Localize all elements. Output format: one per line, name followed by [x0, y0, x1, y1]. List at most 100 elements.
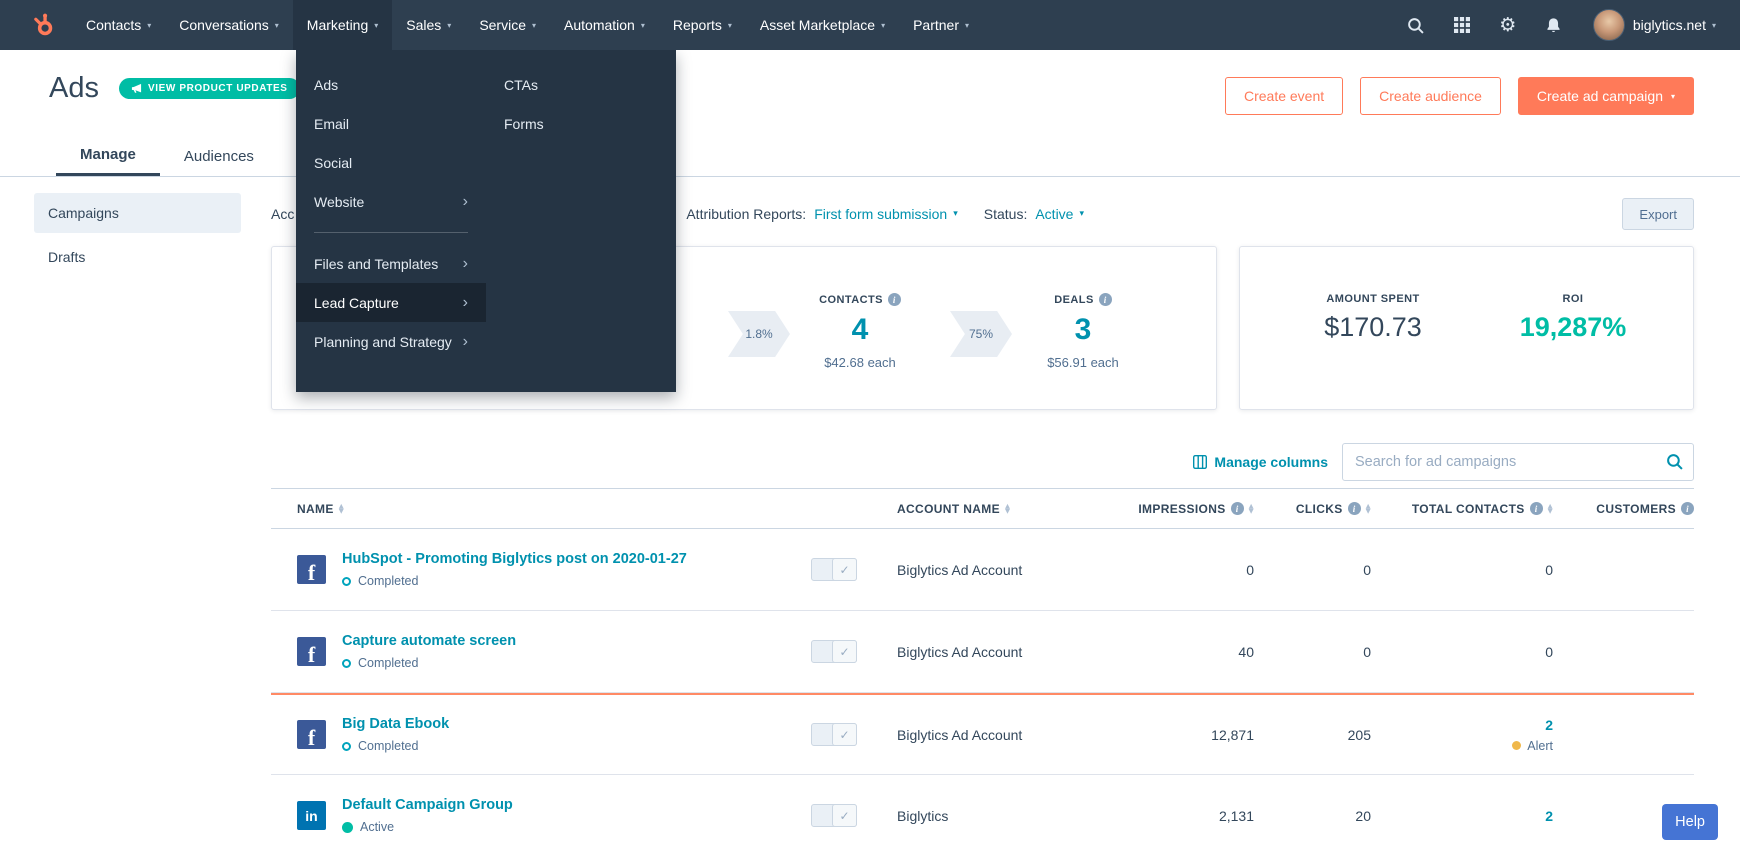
impressions-cell: 0	[1246, 561, 1254, 578]
column-header-customers[interactable]: CUSTOMERS i	[1553, 502, 1694, 516]
search-icon[interactable]	[1404, 13, 1428, 37]
export-button[interactable]: Export	[1622, 198, 1694, 230]
menu-item-files-and-templates[interactable]: Files and Templates ›	[296, 244, 486, 283]
campaign-toggle[interactable]: ✓	[811, 723, 857, 746]
menu-divider	[314, 232, 468, 233]
menu-item-lead-capture[interactable]: Lead Capture ›	[296, 283, 486, 322]
column-header-total-contacts[interactable]: TOTAL CONTACTS i ▲ ▼	[1371, 502, 1553, 516]
view-product-updates-badge[interactable]: VIEW PRODUCT UPDATES	[118, 78, 300, 99]
nav-item-marketing[interactable]: Marketing ▾	[292, 0, 393, 50]
hubspot-ads-screen: Contacts ▾ Conversations ▾ Marketing ▾ Sale…	[0, 0, 1740, 844]
nav-item-service[interactable]: Service ▾	[465, 0, 550, 50]
total-contacts-cell: 0	[1545, 643, 1553, 660]
chevron-down-icon: ▾	[953, 209, 958, 219]
tab-audiences[interactable]: Audiences	[160, 136, 278, 177]
contacts-count-link[interactable]: 2	[1545, 717, 1553, 733]
submenu-item-forms[interactable]: Forms	[486, 104, 676, 143]
account-filter-truncated[interactable]: Acc	[271, 206, 294, 222]
help-button[interactable]: Help	[1662, 804, 1718, 840]
settings-gear-icon[interactable]: ⚙	[1496, 13, 1520, 37]
menu-item-website[interactable]: Website ›	[296, 182, 486, 221]
status-dropdown[interactable]: Active ▾	[1035, 206, 1084, 222]
column-header-name[interactable]: NAME ▲ ▼	[271, 502, 811, 516]
alert-dot-icon	[1512, 741, 1522, 750]
submenu-item-ctas[interactable]: CTAs	[486, 65, 676, 104]
primary-nav: Contacts ▾ Conversations ▾ Marketing ▾ Sale…	[72, 0, 983, 50]
info-icon[interactable]: i	[887, 293, 901, 306]
nav-label: Marketing	[306, 17, 369, 33]
tab-manage[interactable]: Manage	[56, 136, 160, 177]
alert-line: Alert	[1371, 739, 1553, 753]
chevron-right-icon: ›	[462, 332, 468, 350]
create-audience-button[interactable]: Create audience	[1360, 77, 1501, 115]
clicks-cell: 0	[1363, 561, 1371, 578]
status-label: Active	[360, 820, 395, 834]
campaign-name-link[interactable]: Capture automate screen	[342, 633, 516, 649]
search-input[interactable]	[1342, 443, 1694, 481]
nav-label: Conversations	[179, 17, 269, 33]
create-event-button[interactable]: Create event	[1224, 77, 1344, 115]
contacts-count-link[interactable]: 2	[1545, 808, 1553, 824]
conversion-rate-value: 1.8%	[745, 327, 773, 341]
create-ad-campaign-button[interactable]: Create ad campaign ▾	[1517, 77, 1694, 115]
sidebar-item-campaigns[interactable]: Campaigns	[34, 193, 241, 233]
info-icon[interactable]: i	[1098, 293, 1112, 306]
attribution-label: Attribution Reports:	[686, 206, 807, 222]
button-label: Export	[1639, 206, 1677, 222]
chevron-down-icon: ▾	[640, 20, 645, 30]
manage-columns-button[interactable]: Manage columns	[1193, 454, 1328, 470]
avatar[interactable]	[1592, 9, 1625, 41]
hubspot-logo[interactable]	[30, 12, 56, 38]
marketplace-grid-icon[interactable]	[1450, 13, 1474, 37]
column-label: NAME	[297, 501, 334, 516]
column-label: CLICKS	[1295, 501, 1343, 516]
status-label: Status:	[983, 206, 1028, 222]
campaign-name-link[interactable]: Default Campaign Group	[342, 797, 513, 813]
info-icon[interactable]: i	[1347, 502, 1361, 515]
nav-item-partner[interactable]: Partner ▾	[899, 0, 983, 50]
nav-item-asset-marketplace[interactable]: Asset Marketplace ▾	[746, 0, 899, 50]
menu-item-email[interactable]: Email	[296, 104, 486, 143]
account-menu[interactable]: biglytics.net ▾	[1633, 17, 1716, 33]
check-icon: ✓	[832, 804, 857, 827]
menu-label: Planning and Strategy	[314, 333, 452, 350]
nav-item-reports[interactable]: Reports ▾	[659, 0, 746, 50]
table-row: f Capture automate screen Completed ✓ Bi…	[271, 611, 1694, 693]
deals-value: 3	[1074, 313, 1092, 346]
sidebar-item-drafts[interactable]: Drafts	[34, 237, 241, 277]
status-label: Completed	[358, 656, 419, 670]
column-label: ACCOUNT NAME	[897, 501, 1000, 516]
campaign-toggle[interactable]: ✓	[811, 804, 857, 827]
attribution-dropdown[interactable]: First form submission ▾	[814, 206, 958, 222]
page-title: Ads	[49, 72, 99, 104]
notifications-bell-icon[interactable]	[1542, 13, 1566, 37]
menu-label: Social	[314, 154, 353, 171]
table-header: NAME ▲ ▼ ACCOUNT NAME ▲ ▼ IMPRESSIONS i ▲ ▼ CLI…	[271, 488, 1694, 529]
campaign-toggle[interactable]: ✓	[811, 640, 857, 663]
nav-item-automation[interactable]: Automation ▾	[550, 0, 659, 50]
menu-item-planning-and-strategy[interactable]: Planning and Strategy ›	[296, 322, 486, 361]
page-header: Ads VIEW PRODUCT UPDATES	[49, 72, 300, 105]
chevron-down-icon: ▾	[727, 20, 732, 30]
clicks-cell: 20	[1355, 807, 1371, 824]
nav-item-sales[interactable]: Sales ▾	[392, 0, 465, 50]
info-icon[interactable]: i	[1681, 502, 1694, 515]
info-icon[interactable]: i	[1230, 502, 1244, 515]
nav-item-conversations[interactable]: Conversations ▾	[165, 0, 293, 50]
nav-item-contacts[interactable]: Contacts ▾	[72, 0, 165, 50]
metric-label: CONTACTS	[819, 293, 883, 306]
facebook-icon: f	[297, 720, 326, 750]
campaign-toggle[interactable]: ✓	[811, 558, 857, 581]
menu-item-ads[interactable]: Ads	[296, 65, 486, 104]
search-icon[interactable]	[1666, 453, 1683, 475]
campaign-name-link[interactable]: HubSpot - Promoting Biglytics post on 20…	[342, 551, 687, 567]
info-icon[interactable]: i	[1529, 502, 1543, 515]
menu-item-social[interactable]: Social	[296, 143, 486, 182]
column-header-account-name[interactable]: ACCOUNT NAME ▲ ▼	[881, 502, 1110, 516]
column-header-clicks[interactable]: CLICKS i ▲ ▼	[1254, 502, 1371, 516]
check-icon: ✓	[832, 640, 857, 663]
amount-spent-metric: AMOUNT SPENT $170.73	[1278, 293, 1468, 343]
campaign-name-link[interactable]: Big Data Ebook	[342, 716, 449, 732]
column-header-impressions[interactable]: IMPRESSIONS i ▲ ▼	[1110, 502, 1254, 516]
table-row: f HubSpot - Promoting Biglytics post on …	[271, 529, 1694, 611]
